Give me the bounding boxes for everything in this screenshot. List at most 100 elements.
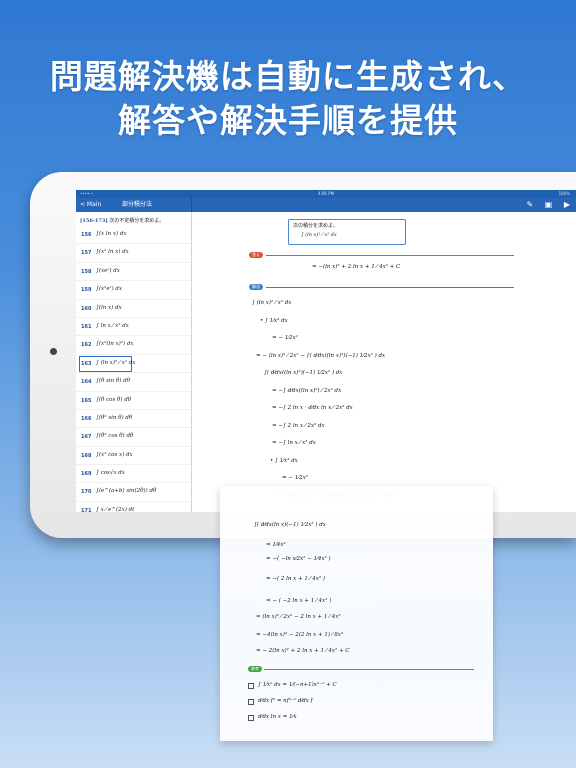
problem-number: 159 bbox=[81, 287, 92, 294]
solution-step: • ∫ 1⁄x³ dx bbox=[260, 317, 288, 324]
problem-expression: ∫(xeˣ) dx bbox=[96, 267, 120, 274]
problem-range: [156-173] bbox=[80, 218, 108, 224]
answer-tag: 答え bbox=[249, 252, 263, 258]
app-screen: •••• • 4:06 PM 100% < Main 部分積分法 ✎ ▣ ▶ [… bbox=[76, 190, 576, 512]
back-button[interactable]: < Main bbox=[80, 198, 101, 212]
problem-item[interactable]: 166 ∫(θ² sin θ) dθ bbox=[76, 410, 191, 429]
problem-item[interactable]: 168 ∫(x² cos x) dx bbox=[76, 447, 191, 466]
problem-item[interactable]: 162 ∫(x²(ln x)²) dx bbox=[76, 336, 191, 355]
reference-checkbox[interactable] bbox=[248, 715, 254, 721]
reference-formula: ∫ 1⁄xⁿ dx = 1⁄(−n+1)xⁿ⁻¹ + C bbox=[258, 682, 337, 688]
question-box: 次の積分を求めよ。 ∫ (ln x)² ⁄ x² dx bbox=[288, 219, 406, 245]
solution-tag: 解法 bbox=[249, 284, 263, 290]
problem-number: 158 bbox=[81, 268, 92, 275]
solution-pane: 次の積分を求めよ。 ∫ (ln x)² ⁄ x² dx 答え = −(ln x)… bbox=[192, 212, 576, 512]
problem-number: 164 bbox=[81, 379, 92, 386]
paper-step: = −4(ln x)² − 2(2 ln x + 1) ⁄ 8x² bbox=[256, 632, 344, 638]
headline-line1: 問題解決機は自動に生成され、 bbox=[49, 57, 527, 96]
paper-step: = − ( −2 ln x + 1 ⁄ 4x² ) bbox=[266, 598, 332, 604]
tablet-device: •••• • 4:06 PM 100% < Main 部分積分法 ✎ ▣ ▶ [… bbox=[30, 172, 576, 538]
video-icon[interactable]: ▣ bbox=[545, 200, 553, 209]
problem-number: 169 bbox=[81, 471, 92, 478]
problem-item[interactable]: 157 ∫(x² ln x) dx bbox=[76, 244, 191, 263]
edit-icon[interactable]: ✎ bbox=[526, 200, 533, 209]
problem-number: 166 bbox=[81, 415, 92, 422]
problem-number: 171 bbox=[81, 507, 92, 512]
problem-expression: ∫(x²eˣ) dx bbox=[96, 286, 123, 293]
nav-divider bbox=[191, 198, 192, 212]
solution-step: ∫( d⁄dx((ln x)²)(−1) 1⁄2x² ) dx bbox=[264, 370, 343, 376]
question-prompt: 次の積分を求めよ。 bbox=[293, 223, 339, 229]
solution-step: = − (ln x)² ⁄ 2x² − ∫( d⁄dx((ln x)²)(−1)… bbox=[256, 352, 386, 359]
problem-item[interactable]: 156 ∫(x ln x) dx bbox=[76, 226, 191, 245]
nav-icons: ✎ ▣ ▶ bbox=[517, 198, 570, 212]
problem-expression: ∫ cos√x dx bbox=[96, 470, 125, 477]
problem-number: 165 bbox=[81, 397, 92, 404]
problem-item[interactable]: 163 ∫ (ln x)² ⁄ x² dx bbox=[76, 355, 191, 374]
solution-paper-extension: ∫( d⁄dx(ln x)(−1) 1⁄2x² ) dx = 1⁄4x² = −( … bbox=[220, 486, 493, 741]
problem-number: 161 bbox=[81, 323, 92, 330]
reference-rule bbox=[264, 669, 474, 670]
problem-number: 170 bbox=[81, 489, 92, 496]
problem-number: 156 bbox=[81, 232, 92, 238]
solution-step: = −∫ d⁄dx((ln x)²) ⁄ 2x² dx bbox=[272, 387, 342, 394]
problem-expression: ∫ (ln x)² ⁄ x² dx bbox=[96, 359, 136, 366]
paper-step: ∫( d⁄dx(ln x)(−1) 1⁄2x² ) dx bbox=[254, 522, 326, 528]
problem-item[interactable]: 167 ∫(θ² cos θ) dθ bbox=[76, 428, 191, 447]
nav-title: 部分積分法 bbox=[122, 201, 153, 208]
problem-item[interactable]: 158 ∫(xeˣ) dx bbox=[76, 263, 191, 282]
navigation-bar: < Main 部分積分法 ✎ ▣ ▶ bbox=[76, 198, 576, 212]
solution-step: = −∫ 2 ln x ⁄ 2x³ dx bbox=[272, 422, 325, 429]
status-time: 4:06 PM bbox=[317, 191, 335, 196]
problem-number: 162 bbox=[81, 342, 92, 349]
problem-item[interactable]: 164 ∫(θ sin θ) dθ bbox=[76, 373, 191, 392]
solution-step: = − 1⁄2x² bbox=[272, 335, 298, 341]
answer-rule bbox=[266, 255, 514, 256]
camera-icon bbox=[50, 348, 57, 355]
paper-step: = −( 2 ln x + 1 ⁄ 4x² ) bbox=[266, 576, 325, 582]
reference-formula: d⁄dx fⁿ = nfⁿ⁻¹ d⁄dx f bbox=[258, 698, 313, 704]
problem-item[interactable]: 171 ∫ x ⁄ e^(2x) dt bbox=[76, 502, 191, 512]
problem-expression: ∫(θ² cos θ) dθ bbox=[96, 433, 134, 440]
reference-tag: 参考 bbox=[248, 666, 262, 672]
problem-number: 157 bbox=[81, 250, 92, 257]
problem-expression: ∫(e^(a+b) sin(2θ)) dθ bbox=[96, 488, 157, 495]
problem-number: 163 bbox=[81, 360, 92, 367]
status-bar: •••• • 4:06 PM 100% bbox=[76, 190, 576, 198]
problem-expression: ∫(θ sin θ) dθ bbox=[96, 378, 130, 385]
play-icon[interactable]: ▶ bbox=[564, 200, 570, 209]
paper-step: = (ln x)² ⁄ 2x² − 2 ln x + 1 ⁄ 4x² bbox=[256, 614, 341, 620]
solution-step: • ∫ 1⁄x³ dx bbox=[270, 457, 298, 464]
paper-step: = − 2(ln x)² + 2 ln x + 1 ⁄ 4x² + C bbox=[256, 648, 350, 654]
solution-step: = −∫ ln x ⁄ x³ dx bbox=[272, 440, 316, 446]
solution-step: = −∫ 2 ln x · d⁄dx ln x ⁄ 2x² dx bbox=[272, 405, 353, 411]
battery-label: 100% bbox=[558, 191, 570, 196]
problem-item[interactable]: 159 ∫(x²eˣ) dx bbox=[76, 281, 191, 300]
reference-checkbox[interactable] bbox=[248, 683, 254, 689]
solution-step: = − 1⁄2x² bbox=[282, 475, 308, 481]
solution-step: ∫ (ln x)² ⁄ x² dx bbox=[252, 300, 292, 306]
solution-rule bbox=[266, 287, 514, 288]
problem-item[interactable]: 161 ∫ ln x ⁄ x² dx bbox=[76, 318, 191, 337]
problem-item[interactable]: 169 ∫ cos√x dx bbox=[76, 465, 191, 484]
paper-step: = 1⁄4x² bbox=[266, 542, 286, 548]
problem-number: 160 bbox=[81, 305, 92, 312]
problem-item[interactable]: 165 ∫(θ cos θ) dθ bbox=[76, 392, 191, 410]
problem-expression: ∫(x² cos x) dx bbox=[96, 451, 133, 458]
problem-expression: ∫ ln x ⁄ x² dx bbox=[96, 322, 129, 329]
problem-list-header: [156-173] 次の不定積分を求めよ。 bbox=[76, 212, 191, 226]
question-expression: ∫ (ln x)² ⁄ x² dx bbox=[301, 232, 337, 238]
problem-item[interactable]: 160 ∫(ln x) dx bbox=[76, 300, 191, 318]
headline-line2: 解答や解決手順を提供 bbox=[118, 101, 458, 140]
problem-list-sidebar: [156-173] 次の不定積分を求めよ。 156 ∫(x ln x) dx 157… bbox=[76, 212, 192, 512]
problem-item[interactable]: 170 ∫(e^(a+b) sin(2θ)) dθ bbox=[76, 483, 191, 502]
problem-expression: ∫(θ cos θ) dθ bbox=[96, 396, 132, 403]
reference-checkbox[interactable] bbox=[248, 699, 254, 705]
problem-list: 156 ∫(x ln x) dx 157 ∫(x² ln x) dx 158 ∫(xeˣ)… bbox=[76, 226, 191, 512]
problem-expression: ∫(θ² sin θ) dθ bbox=[96, 414, 133, 421]
problem-number: 167 bbox=[81, 434, 92, 441]
answer-expression: = −(ln x)² + 2 ln x + 1 ⁄ 4x² + C bbox=[312, 264, 401, 270]
problem-expression: ∫(x²(ln x)²) dx bbox=[96, 341, 134, 348]
problem-expression: ∫(ln x) dx bbox=[96, 304, 122, 311]
reference-formula: d⁄dx ln x = 1⁄x bbox=[258, 714, 297, 720]
